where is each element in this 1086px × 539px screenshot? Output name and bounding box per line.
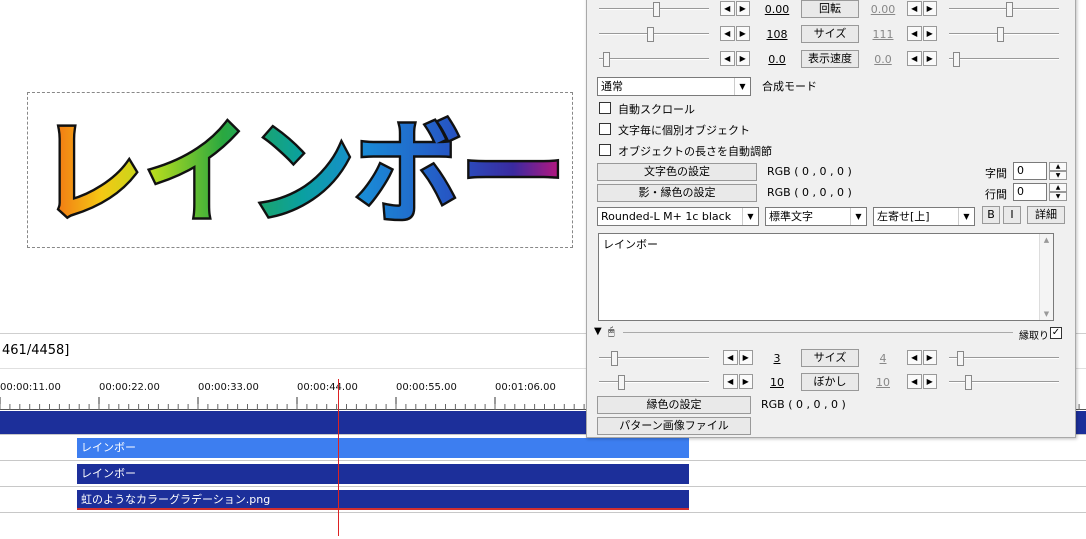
line-spacing-input[interactable]: 0 [1013,183,1047,201]
collapse-triangle-icon[interactable]: ▼ [594,326,602,337]
size-end-slider[interactable] [949,27,1059,42]
rainbow-text-object: レインボー [38,107,568,235]
blur-arrows[interactable]: ◀ ▶ [723,374,753,389]
bold-button[interactable]: B [982,206,1000,224]
playhead[interactable] [338,379,339,536]
tick-label: 00:00:44.00 [297,382,358,393]
text-color-value: RGB ( 0 , 0 , 0 ) [767,165,852,178]
size-arrows[interactable]: ◀ ▶ [720,26,750,41]
edge-size-end-arrows[interactable]: ◀ ▶ [907,350,937,365]
edge-size-end-slider[interactable] [949,351,1059,366]
blur-end-value[interactable]: 10 [868,376,898,389]
blur-end-arrows[interactable]: ◀ ▶ [907,374,937,389]
tick-label: 00:00:22.00 [99,382,160,393]
rotation-start-value[interactable]: 0.00 [762,3,792,16]
shadow-color-button[interactable]: 影・縁色の設定 [597,184,757,202]
auto-length-checkbox[interactable] [599,144,611,156]
text-style-select[interactable]: 標準文字 ▼ [765,207,867,226]
blend-mode-select[interactable]: 通常 ▼ [597,77,751,96]
line-spacing-label: 行間 [985,188,1007,201]
rotation-end-slider[interactable] [949,2,1059,17]
mouse-icon: 🖱 [608,325,615,338]
edge-color-button[interactable]: 縁色の設定 [597,396,751,414]
object-settings-panel: ◀ ▶ 0.00 回転 0.00 ◀ ▶ ◀ ▶ 108 サイズ 111 ◀ ▶ ◀ ▶ … [586,0,1076,438]
textarea-scrollbar[interactable]: ▲ ▼ [1039,234,1053,320]
size-end-value[interactable]: 111 [868,28,898,41]
blur-slider[interactable] [599,375,709,390]
blur-button[interactable]: ぼかし [801,373,859,391]
blur-start-value[interactable]: 10 [762,376,792,389]
char-spacing-label: 字間 [985,167,1007,180]
tick-label: 00:01:06.00 [495,382,556,393]
frame-counter: 461/4458] [2,343,70,358]
rotation-end-value[interactable]: 0.00 [868,3,898,16]
pattern-image-button[interactable]: パターン画像ファイル [597,417,751,435]
edge-size-start-value[interactable]: 3 [762,352,792,365]
size-end-arrows[interactable]: ◀ ▶ [907,26,937,41]
per-char-object-label: 文字毎に個別オブジェクト [618,124,750,137]
speed-end-slider[interactable] [949,52,1059,67]
italic-button[interactable]: I [1003,206,1021,224]
speed-slider[interactable] [599,52,709,67]
timeline-clip[interactable]: レインボー [77,464,689,484]
text-content-area[interactable]: レインボー ▲ ▼ [598,233,1054,321]
auto-scroll-checkbox[interactable] [599,102,611,114]
line-spacing-spinner[interactable]: ▲ ▼ [1049,183,1067,201]
size-start-value[interactable]: 108 [762,28,792,41]
timeline-track[interactable]: レインボー [0,435,1086,461]
per-char-object-checkbox[interactable] [599,123,611,135]
shadow-color-value: RGB ( 0 , 0 , 0 ) [767,186,852,199]
speed-arrows[interactable]: ◀ ▶ [720,51,750,66]
rotation-slider[interactable] [599,2,709,17]
size-button[interactable]: サイズ [801,25,859,43]
timeline-clip[interactable]: 虹のようなカラーグラデーション.png [77,490,689,510]
size-slider[interactable] [599,27,709,42]
detail-button[interactable]: 詳細 [1027,206,1065,224]
tick-label: 00:00:11.00 [0,382,61,393]
text-content: レインボー [603,238,658,251]
alignment-select[interactable]: 左寄せ[上] ▼ [873,207,975,226]
char-spacing-input[interactable]: 0 [1013,162,1047,180]
timeline-clip[interactable]: レインボー [77,438,689,458]
svg-text:レインボー: レインボー [38,109,566,234]
font-select[interactable]: Rounded-L M+ 1c black ▼ [597,207,759,226]
timeline-track[interactable]: 虹のようなカラーグラデーション.png [0,487,1086,513]
edge-size-button[interactable]: サイズ [801,349,859,367]
edge-size-end-value[interactable]: 4 [868,352,898,365]
blur-end-slider[interactable] [949,375,1059,390]
filter-enabled-checkbox[interactable]: ✓ [1050,327,1062,339]
filter-name-label: 縁取り [1019,331,1049,342]
char-spacing-spinner[interactable]: ▲ ▼ [1049,162,1067,180]
speed-end-arrows[interactable]: ◀ ▶ [907,51,937,66]
speed-start-value[interactable]: 0.0 [762,53,792,66]
text-color-button[interactable]: 文字色の設定 [597,163,757,181]
rotation-button[interactable]: 回転 [801,0,859,18]
blend-mode-label: 合成モード [762,80,817,93]
timeline-track[interactable]: レインボー [0,461,1086,487]
tick-label: 00:00:33.00 [198,382,259,393]
edge-color-value: RGB ( 0 , 0 , 0 ) [761,398,846,411]
rotation-arrows[interactable]: ◀ ▶ [720,1,750,16]
auto-scroll-label: 自動スクロール [618,103,695,116]
timeline-track[interactable] [0,513,1086,539]
rotation-end-arrows[interactable]: ◀ ▶ [907,1,937,16]
tick-label: 00:00:55.00 [396,382,457,393]
display-speed-button[interactable]: 表示速度 [801,50,859,68]
speed-end-value[interactable]: 0.0 [868,53,898,66]
filter-divider [623,332,1013,333]
edge-size-arrows[interactable]: ◀ ▶ [723,350,753,365]
edge-size-slider[interactable] [599,351,709,366]
auto-length-label: オブジェクトの長さを自動調節 [618,145,772,158]
